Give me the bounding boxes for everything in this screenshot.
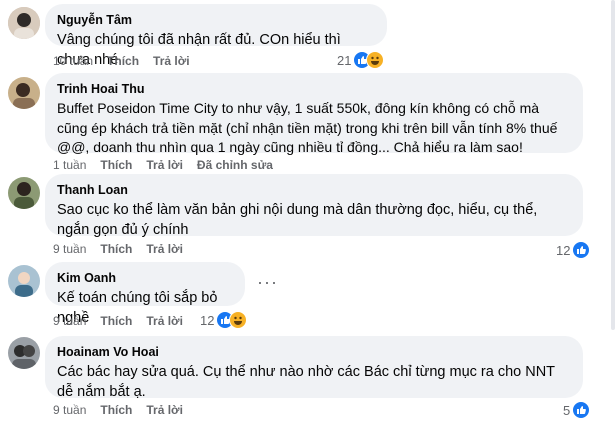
comment-actions: 9 tuần Thích Trả lời bbox=[53, 241, 197, 257]
comment-actions: 9 tuần Thích Trả lời bbox=[53, 402, 197, 418]
reaction-summary[interactable]: 12 bbox=[200, 310, 248, 330]
like-button[interactable]: Thích bbox=[107, 54, 139, 68]
reply-button[interactable]: Trả lời bbox=[146, 403, 183, 417]
scrollbar-track[interactable] bbox=[609, 0, 615, 425]
edited-label[interactable]: Đã chỉnh sửa bbox=[197, 158, 273, 172]
avatar[interactable] bbox=[8, 265, 40, 297]
scrollbar-thumb[interactable] bbox=[611, 0, 615, 330]
profile-photo-icon bbox=[8, 337, 40, 369]
reaction-summary[interactable]: 5 bbox=[563, 400, 591, 420]
comment-actions: 1 tuần Thích Trả lời Đã chỉnh sửa bbox=[53, 157, 287, 173]
comment-text: Buffet Poseidon Time City to như vậy, 1 … bbox=[57, 100, 558, 155]
reaction-summary[interactable]: 21 bbox=[337, 50, 385, 70]
reply-button[interactable]: Trả lời bbox=[146, 242, 183, 256]
avatar[interactable] bbox=[8, 177, 40, 209]
like-button[interactable]: Thích bbox=[100, 242, 132, 256]
like-reaction-icon bbox=[572, 401, 591, 419]
comment-bubble: Kim Oanh Kế toán chúng tôi sắp bỏ nghề bbox=[45, 262, 245, 326]
reply-button[interactable]: Trả lời bbox=[153, 54, 190, 68]
profile-photo-icon bbox=[8, 265, 40, 297]
haha-reaction-icon bbox=[366, 51, 385, 69]
comment-time[interactable]: 9 tuần bbox=[53, 242, 86, 256]
haha-reaction-icon bbox=[229, 311, 248, 329]
comment-bubble: Nguyễn Tâm Vâng chúng tôi đã nhận rất đủ… bbox=[45, 4, 387, 68]
comment-author[interactable]: Kim Oanh bbox=[57, 270, 233, 286]
reaction-count: 21 bbox=[337, 52, 352, 68]
more-options-button[interactable]: ··· bbox=[257, 272, 278, 293]
reply-button[interactable]: Trả lời bbox=[146, 158, 183, 172]
avatar[interactable] bbox=[8, 77, 40, 109]
comment-author[interactable]: Nguyễn Tâm bbox=[57, 12, 375, 28]
comment-text: Sao cục ko thể làm văn bản ghi nội dung … bbox=[57, 202, 538, 238]
comment-bubble: Hoainam Vo Hoai Các bác hay sửa quá. Cụ … bbox=[45, 336, 583, 400]
reaction-count: 5 bbox=[563, 402, 571, 418]
comment-time[interactable]: 10 tuần bbox=[53, 54, 93, 68]
like-button[interactable]: Thích bbox=[100, 314, 132, 328]
like-button[interactable]: Thích bbox=[100, 403, 132, 417]
comment-actions: 10 tuần Thích Trả lời bbox=[53, 53, 204, 69]
comment-author[interactable]: Thanh Loan bbox=[57, 182, 571, 198]
profile-photo-icon bbox=[8, 7, 40, 39]
comment-time[interactable]: 9 tuần bbox=[53, 403, 86, 417]
profile-photo-icon bbox=[8, 77, 40, 109]
comment-author[interactable]: Hoainam Vo Hoai bbox=[57, 344, 571, 360]
like-button[interactable]: Thích bbox=[100, 158, 132, 172]
avatar[interactable] bbox=[8, 7, 40, 39]
comment-time[interactable]: 1 tuần bbox=[53, 158, 86, 172]
reaction-summary[interactable]: 12 bbox=[556, 240, 591, 260]
comment-bubble: Thanh Loan Sao cục ko thể làm văn bản gh… bbox=[45, 174, 583, 238]
reaction-count: 12 bbox=[556, 242, 571, 258]
comment-actions: 9 tuần Thích Trả lời bbox=[53, 313, 197, 329]
comment-time[interactable]: 9 tuần bbox=[53, 314, 86, 328]
reply-button[interactable]: Trả lời bbox=[146, 314, 183, 328]
like-reaction-icon bbox=[572, 241, 591, 259]
comment-text: Các bác hay sửa quá. Cụ thể như nào nhờ … bbox=[57, 364, 555, 400]
avatar[interactable] bbox=[8, 337, 40, 369]
comment-bubble: Trinh Hoai Thu Buffet Poseidon Time City… bbox=[45, 73, 583, 155]
profile-photo-icon bbox=[8, 177, 40, 209]
comment-author[interactable]: Trinh Hoai Thu bbox=[57, 81, 571, 97]
reaction-count: 12 bbox=[200, 312, 215, 328]
